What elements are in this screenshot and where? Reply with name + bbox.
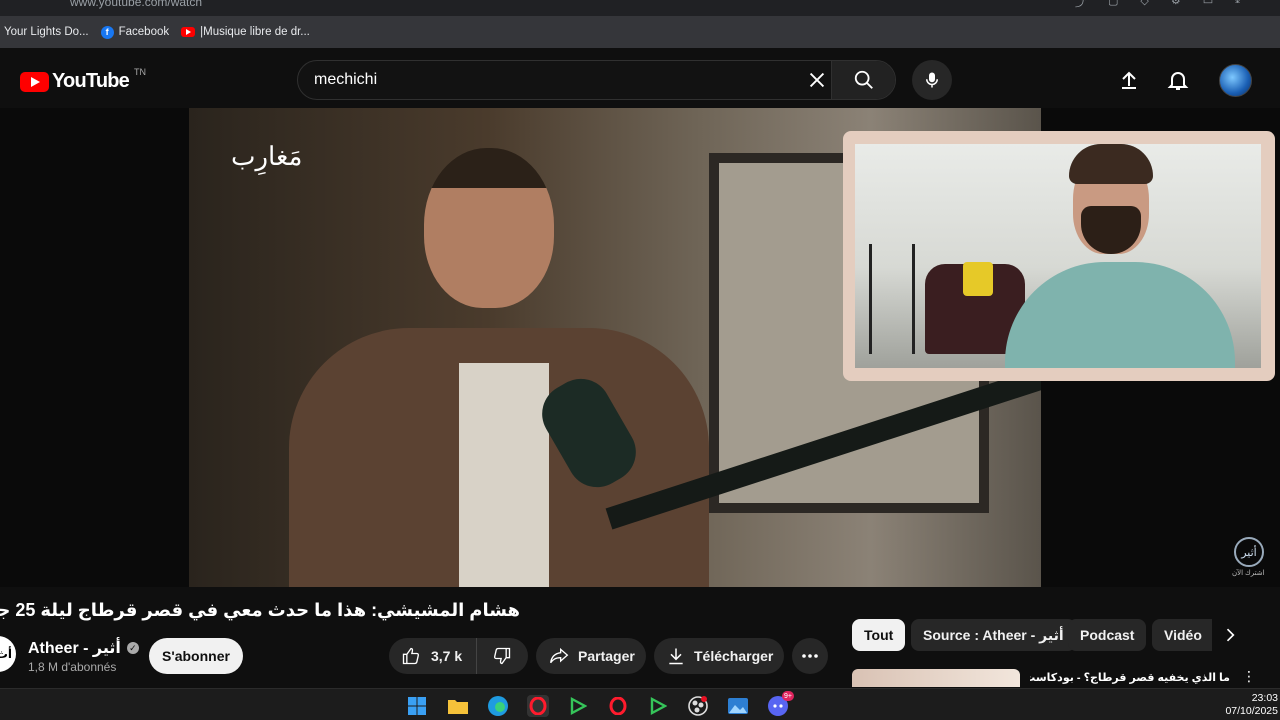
search-button[interactable] xyxy=(831,61,895,99)
youtube-icon xyxy=(181,27,196,37)
video-player[interactable]: مَغارِب أثير اشترك الآن xyxy=(0,108,1280,587)
share-label: Partager xyxy=(578,648,635,664)
recommendation-title[interactable]: ما الذي يخفيه قصر قرطاج؟ - بودكاست xyxy=(1030,671,1230,684)
like-count: 3,7 k xyxy=(431,648,463,664)
browser-address-bar[interactable]: www.youtube.com/watch ⤴ ▢ ◇ ⚙ ▭ ⤓ xyxy=(0,0,1280,16)
channel-name-text: Atheer - أثير xyxy=(28,640,121,657)
clock-date: 07/10/2025 xyxy=(1225,705,1278,717)
thumbs-down-icon xyxy=(494,647,511,665)
thumbs-up-icon xyxy=(402,647,419,665)
opera-gx-icon[interactable] xyxy=(527,695,549,717)
url-text[interactable]: www.youtube.com/watch xyxy=(70,0,202,9)
edge-browser-icon[interactable] xyxy=(487,695,509,717)
webcam-feed xyxy=(855,144,1261,368)
like-button[interactable]: 3,7 k xyxy=(389,638,477,674)
video-overlay-logo: مَغارِب xyxy=(231,142,303,172)
chip-podcast[interactable]: Podcast xyxy=(1068,619,1147,651)
dislike-button[interactable] xyxy=(477,646,527,666)
upload-icon[interactable] xyxy=(1117,68,1141,92)
more-horizontal-icon xyxy=(802,654,818,658)
extension-icon[interactable]: ▢ xyxy=(1108,0,1118,10)
verified-check-icon: ✓ xyxy=(126,642,139,654)
settings-icon[interactable]: ⚙ xyxy=(1171,0,1181,10)
account-avatar[interactable] xyxy=(1219,64,1252,97)
subscriber-count: 1,8 M d'abonnés xyxy=(28,660,117,674)
like-dislike-group: 3,7 k xyxy=(389,638,528,674)
region-code: TN xyxy=(133,66,146,77)
youtube-play-icon xyxy=(20,71,49,92)
streamer-hair xyxy=(1069,144,1153,184)
bookmark-label: |Musique libre de dr... xyxy=(200,26,310,38)
subscribe-button[interactable]: S'abonner xyxy=(149,638,243,674)
photos-icon[interactable] xyxy=(727,695,749,717)
speaker-shirt xyxy=(459,363,549,587)
download-label: Télécharger xyxy=(694,648,774,664)
streamer-body xyxy=(1005,262,1235,368)
share-button[interactable]: Partager xyxy=(536,638,646,674)
channel-name[interactable]: Atheer - أثير ✓ xyxy=(28,638,139,658)
channel-watermark-icon[interactable]: أثير xyxy=(1234,537,1264,567)
more-actions-button[interactable] xyxy=(792,638,828,674)
play-app-icon-2[interactable] xyxy=(647,695,669,717)
voice-search-button[interactable] xyxy=(912,60,952,100)
bookmarks-bar: Your Lights Do... f Facebook |Musique li… xyxy=(0,16,1280,48)
microphone-icon xyxy=(926,72,938,88)
recommendation-menu-icon[interactable]: ⋮ xyxy=(1242,668,1256,685)
video-title: هشام المشيشي: هذا ما حدث معي في قصر قرطا… xyxy=(0,600,520,620)
clock-time: 23:03 xyxy=(1251,692,1278,704)
facebook-icon: f xyxy=(100,25,114,39)
chevron-right-icon[interactable] xyxy=(1220,625,1240,645)
bookmark-facebook[interactable]: f Facebook xyxy=(100,25,170,39)
browser-toolbar: ⤴ ▢ ◇ ⚙ ▭ ⤓ xyxy=(1075,0,1240,10)
notifications-bell-icon[interactable] xyxy=(1166,68,1190,92)
windows-start-icon[interactable] xyxy=(406,695,428,717)
download-icon xyxy=(669,648,683,665)
download-icon[interactable]: ⤓ xyxy=(1235,0,1240,10)
bookmark-label: Facebook xyxy=(118,26,170,38)
share-arrow-icon xyxy=(550,647,569,664)
notification-badge: 9+ xyxy=(782,691,794,701)
chip-all[interactable]: Tout xyxy=(852,619,906,651)
chip-source[interactable]: Source : Atheer - أثير xyxy=(911,619,1076,651)
bookmark-musique[interactable]: |Musique libre de dr... xyxy=(181,26,310,38)
download-button[interactable]: Télécharger xyxy=(654,638,784,674)
search-box[interactable]: mechichi xyxy=(297,60,896,100)
youtube-header: YouTube TN mechichi xyxy=(0,48,1280,108)
discord-icon[interactable]: 9+ xyxy=(767,691,794,717)
channel-avatar[interactable]: أث xyxy=(0,636,16,672)
chip-video[interactable]: Vidéo xyxy=(1152,619,1212,651)
guitar-stand xyxy=(869,244,915,354)
search-icon xyxy=(854,70,873,89)
shield-icon[interactable]: ◇ xyxy=(1140,0,1148,10)
file-explorer-icon[interactable] xyxy=(447,695,469,717)
system-clock[interactable]: 23:03 07/10/2025 xyxy=(1225,692,1278,718)
recommendation-thumbnail[interactable] xyxy=(852,669,1020,687)
obs-icon[interactable] xyxy=(687,695,709,717)
sidebar-icon[interactable]: ▭ xyxy=(1203,0,1213,10)
opera-icon[interactable] xyxy=(607,695,629,717)
speaker-head xyxy=(424,148,554,308)
youtube-logo[interactable]: YouTube TN xyxy=(20,66,146,93)
webcam-overlay xyxy=(843,131,1275,381)
clear-search-icon[interactable] xyxy=(806,69,828,91)
watermark-caption: اشترك الآن xyxy=(1232,570,1265,577)
bookmark-label: Your Lights Do... xyxy=(4,26,89,38)
windows-taskbar: 9+ 23:03 07/10/2025 xyxy=(0,688,1280,720)
play-app-icon[interactable] xyxy=(567,695,589,717)
search-input[interactable]: mechichi xyxy=(314,71,377,89)
bookmark-item[interactable]: Your Lights Do... xyxy=(4,26,89,38)
plush-toy xyxy=(963,262,993,296)
logo-text: YouTube xyxy=(52,70,130,92)
share-icon[interactable]: ⤴ xyxy=(1075,0,1086,10)
